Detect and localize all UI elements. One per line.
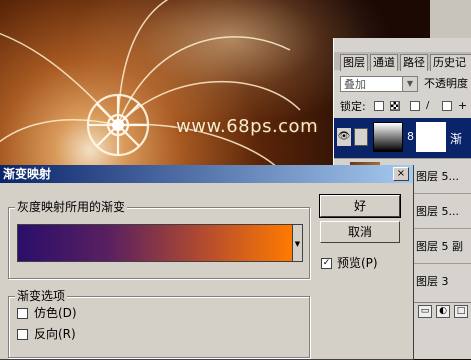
dither-checkbox[interactable] — [17, 308, 28, 319]
tab-channels[interactable]: 通道 — [370, 54, 398, 71]
watermark: www.68ps.com — [176, 116, 319, 137]
layer-thumbnail — [373, 122, 403, 152]
adjustment-layer-icon[interactable]: ◐ — [436, 305, 450, 318]
checkmark-icon: ✓ — [322, 258, 331, 268]
chevron-down-icon[interactable]: ▼ — [402, 77, 417, 91]
petal-outline — [117, 0, 169, 126]
cancel-button[interactable]: 取消 — [320, 221, 400, 243]
eye-icon[interactable]: 👁 — [337, 128, 351, 146]
checker-icon — [390, 101, 400, 111]
gradient-preview[interactable] — [17, 224, 293, 262]
new-layer-icon[interactable]: □ — [454, 305, 468, 318]
layer-row-active[interactable]: 👁 8 渐 — [334, 118, 471, 158]
lock-position-checkbox[interactable] — [442, 101, 452, 111]
options-group-label: 渐变选项 — [15, 289, 68, 303]
gradient-group-label: 灰度映射所用的渐变 — [15, 200, 128, 214]
brush-icon: / — [426, 100, 430, 111]
close-icon: × — [396, 168, 406, 179]
close-button[interactable]: × — [393, 167, 409, 181]
layer-name: 图层 5... — [416, 205, 459, 218]
preview-label: 预览(P) — [337, 256, 378, 270]
reverse-checkbox[interactable] — [17, 329, 28, 340]
dialog-title: 渐变映射 — [3, 167, 52, 181]
tab-history[interactable]: 历史记录 — [430, 54, 471, 71]
layer-name: 图层 5... — [416, 170, 459, 183]
blend-mode-value: 叠加 — [344, 78, 366, 91]
petal-outline — [0, 32, 119, 126]
lock-label: 锁定: — [340, 100, 366, 113]
reverse-label: 反向(R) — [34, 327, 76, 341]
ok-button[interactable]: 好 — [319, 194, 401, 218]
layer-name: 图层 3 — [416, 275, 449, 288]
lock-pixels-checkbox[interactable] — [410, 101, 420, 111]
move-icon: + — [458, 99, 468, 112]
flower-core — [112, 119, 124, 131]
opacity-label: 不透明度 — [424, 77, 468, 90]
blend-mode-select[interactable]: 叠加 ▼ — [340, 76, 418, 92]
gradient-dropdown-button[interactable]: ▼ — [293, 224, 303, 262]
layer-name: 图层 5 副 — [416, 240, 463, 253]
lock-transparency-checkbox[interactable] — [374, 101, 384, 111]
dither-label: 仿色(D) — [34, 306, 77, 320]
folder-icon[interactable]: ▭ — [418, 305, 432, 318]
layer-name: 渐 — [450, 132, 463, 146]
brush-cell-icon — [354, 128, 368, 146]
chain-link-icon[interactable]: 8 — [407, 130, 414, 143]
tab-layers[interactable]: 图层 — [340, 54, 368, 71]
layer-mask-thumbnail[interactable] — [416, 122, 446, 152]
dialog-titlebar[interactable]: 渐变映射 × — [0, 165, 413, 183]
gradient-map-dialog: 渐变映射 × 灰度映射所用的渐变 ▼ 好 取消 ✓ 预览(P) 渐变选项 仿色(… — [0, 165, 414, 360]
tab-paths[interactable]: 路径 — [400, 54, 428, 71]
preview-checkbox[interactable]: ✓ — [321, 258, 332, 269]
gradient-groupbox: 灰度映射所用的渐变 ▼ — [8, 200, 310, 279]
chevron-down-icon: ▼ — [294, 240, 301, 248]
